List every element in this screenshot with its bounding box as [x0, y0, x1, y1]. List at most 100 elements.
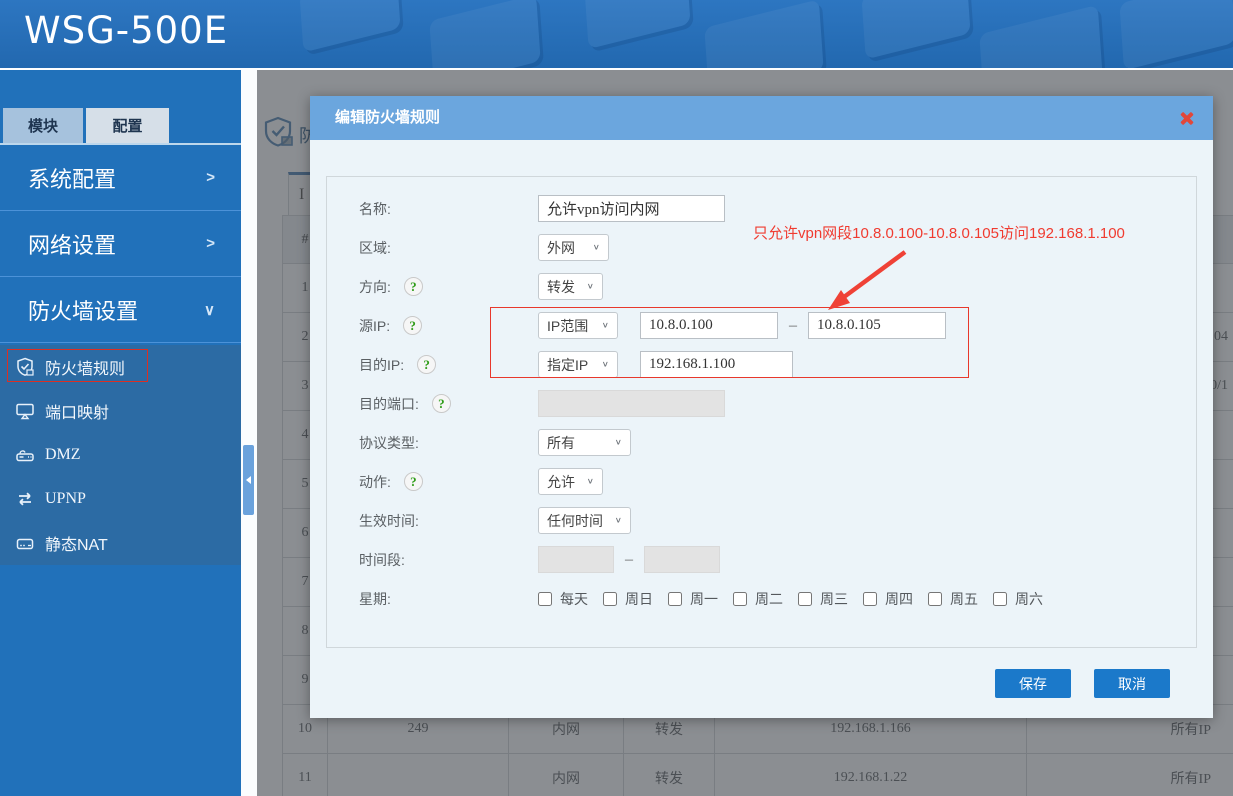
src-mode-select[interactable]: IP范围 ∨	[538, 312, 618, 339]
keyboard-decor	[1119, 0, 1233, 68]
action-select-value: 允许	[547, 473, 575, 490]
cast-icon	[14, 400, 36, 422]
submenu-label: UPNP	[45, 490, 86, 507]
submenu-port-mapping[interactable]: 端口映射	[0, 389, 241, 433]
protocol-select-value: 所有	[547, 434, 575, 451]
sidebar-gutter	[241, 70, 257, 796]
week-label: 每天	[560, 590, 588, 607]
submenu-label: 端口映射	[45, 405, 110, 422]
time-to-input	[644, 546, 720, 573]
tab-module[interactable]: 模块	[3, 108, 83, 143]
chevron-down-icon: ∨	[586, 477, 594, 486]
field-label-name: 名称:	[359, 200, 391, 217]
form-row-dst-port: 目的端口: ?	[327, 384, 1196, 423]
shield-check-icon	[14, 356, 36, 378]
top-banner: WSG-500E	[0, 0, 1233, 68]
week-checkbox-sunday[interactable]	[603, 591, 617, 606]
router-icon	[14, 444, 36, 466]
submenu-label: 防火墙规则	[45, 361, 126, 378]
dst-port-input	[538, 390, 725, 417]
menu-label: 网络设置	[28, 232, 117, 258]
app-window: WSG-500E 模块 配置 系统配置 > 网络设置 > 防火墙设置 ∨ 防火墙…	[0, 0, 1233, 796]
modal-title: 编辑防火墙规则	[335, 109, 441, 126]
submenu-label: DMZ	[45, 446, 81, 463]
src-ip-from-input[interactable]	[640, 312, 778, 339]
week-label: 周三	[820, 590, 848, 607]
zone-select[interactable]: 外网 ∨	[538, 234, 609, 261]
submenu-firewall-rules[interactable]: 防火墙规则	[0, 345, 241, 389]
submenu-dmz[interactable]: DMZ	[0, 433, 241, 477]
week-label: 周六	[1015, 590, 1043, 607]
name-input[interactable]	[538, 195, 725, 222]
modal-header: 编辑防火墙规则	[310, 96, 1213, 140]
field-label-dst-ip: 目的IP:	[359, 356, 405, 373]
week-label: 周五	[950, 590, 978, 607]
time-from-input	[538, 546, 614, 573]
submenu-label: 静态NAT	[45, 537, 108, 554]
field-label-effective-time: 生效时间:	[359, 512, 419, 529]
protocol-select[interactable]: 所有 ∨	[538, 429, 631, 456]
cancel-button[interactable]: 取消	[1094, 669, 1170, 698]
close-icon[interactable]	[1177, 109, 1195, 127]
modal-edit-firewall-rule: 编辑防火墙规则 名称: 区域: 外网 ∨ 方向: ? 转发 ∨	[310, 96, 1213, 718]
effective-time-select[interactable]: 任何时间 ∨	[538, 507, 631, 534]
zone-select-value: 外网	[547, 239, 575, 256]
week-checkbox-saturday[interactable]	[993, 591, 1007, 606]
chevron-down-icon: ∨	[601, 321, 609, 330]
sidebar: 模块 配置 系统配置 > 网络设置 > 防火墙设置 ∨ 防火墙规则 端口映射 D…	[0, 70, 241, 796]
chevron-right-icon: >	[206, 235, 215, 252]
week-checkbox-wednesday[interactable]	[798, 591, 812, 606]
chevron-down-icon: ∨	[586, 282, 594, 291]
submenu-upnp[interactable]: UPNP	[0, 477, 241, 521]
help-icon[interactable]: ?	[403, 472, 423, 491]
field-label-protocol: 协议类型:	[359, 434, 419, 451]
field-label-time-range: 时间段:	[359, 551, 405, 568]
keyboard-decor	[979, 4, 1103, 68]
menu-system-config[interactable]: 系统配置 >	[0, 145, 241, 211]
chevron-down-icon: ∨	[601, 360, 609, 369]
week-checkbox-friday[interactable]	[928, 591, 942, 606]
src-ip-to-input[interactable]	[808, 312, 946, 339]
chevron-down-icon: ∨	[592, 243, 600, 252]
form-row-week: 星期: 每天 周日 周一 周二 周三 周四 周五 周六	[327, 579, 1196, 618]
week-checkbox-thursday[interactable]	[863, 591, 877, 606]
form-row-src-ip: 源IP: ? IP范围 ∨ –	[327, 306, 1196, 345]
dst-ip-input[interactable]	[640, 351, 793, 378]
form-row-protocol: 协议类型: 所有 ∨	[327, 423, 1196, 462]
form-row-effective-time: 生效时间: 任何时间 ∨	[327, 501, 1196, 540]
direction-select[interactable]: 转发 ∨	[538, 273, 603, 300]
modal-form-panel: 名称: 区域: 外网∨ 方向: ? 转发∨ 源IP	[326, 176, 1197, 648]
submenu-static-nat[interactable]: 静态NAT	[0, 521, 241, 565]
week-label: 周四	[885, 590, 913, 607]
save-button[interactable]: 保存	[995, 669, 1071, 698]
left-triangle-icon	[246, 476, 251, 484]
drive-icon	[14, 532, 36, 554]
range-dash: –	[789, 316, 797, 334]
week-label: 周一	[690, 590, 718, 607]
menu-network-settings[interactable]: 网络设置 >	[0, 211, 241, 277]
menu-label: 系统配置	[28, 166, 117, 192]
keyboard-decor	[861, 0, 971, 60]
help-icon[interactable]: ?	[403, 277, 423, 296]
dst-mode-select[interactable]: 指定IP ∨	[538, 351, 618, 378]
menu-firewall-settings[interactable]: 防火墙设置 ∨	[0, 277, 241, 343]
field-label-zone: 区域:	[359, 239, 391, 256]
keyboard-decor	[584, 0, 691, 50]
sidebar-menu: 系统配置 > 网络设置 > 防火墙设置 ∨	[0, 145, 241, 343]
chevron-right-icon: >	[206, 169, 215, 186]
sidebar-collapse-handle[interactable]	[243, 445, 254, 515]
chevron-down-icon: ∨	[614, 516, 622, 525]
src-mode-select-value: IP范围	[547, 317, 589, 334]
week-checkbox-monday[interactable]	[668, 591, 682, 606]
week-label: 周日	[625, 590, 653, 607]
week-checkbox-everyday[interactable]	[538, 591, 552, 606]
help-icon[interactable]: ?	[403, 316, 423, 335]
tab-config[interactable]: 配置	[86, 108, 169, 143]
help-icon[interactable]: ?	[431, 394, 451, 413]
week-options: 每天 周日 周一 周二 周三 周四 周五 周六	[538, 589, 1058, 609]
action-select[interactable]: 允许 ∨	[538, 468, 603, 495]
range-dash: –	[625, 550, 633, 568]
help-icon[interactable]: ?	[417, 355, 437, 374]
field-label-dst-port: 目的端口:	[359, 395, 419, 412]
week-checkbox-tuesday[interactable]	[733, 591, 747, 606]
